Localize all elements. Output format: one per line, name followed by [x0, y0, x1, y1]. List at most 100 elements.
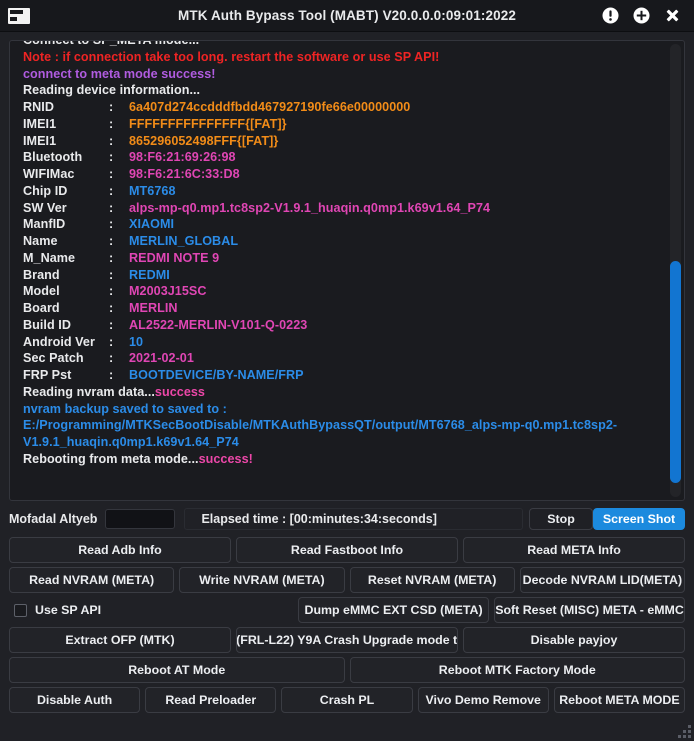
huawei-crash-upgrade-brom-button[interactable]: Huawei (FRL-L22) Y9A Crash Upgrade mode …	[236, 627, 458, 653]
log-line: M_Name: REDMI NOTE 9	[23, 250, 684, 267]
elapsed-time: Elapsed time : [00:minutes:34:seconds]	[184, 508, 523, 530]
read-preloader-button[interactable]: Read Preloader	[145, 687, 277, 713]
log-key: Name	[23, 234, 58, 248]
reboot-meta-mode-button[interactable]: Reboot META MODE	[553, 687, 686, 713]
resize-grip[interactable]	[675, 722, 691, 738]
reboot-mtk-factory-mode-button[interactable]: Reboot MTK Factory Mode	[349, 657, 685, 683]
reset-nvram-meta-button[interactable]: Reset NVRAM (META)	[349, 567, 515, 593]
log-key: Model	[23, 284, 60, 299]
window-title: MTK Auth Bypass Tool (MABT) V20.0.0.0:09…	[178, 8, 516, 23]
log-separator: :	[109, 116, 114, 131]
log-key: WIFIMac	[23, 167, 75, 181]
reboot-at-mode-button[interactable]: Reboot AT Mode	[9, 657, 345, 683]
status-mini-field[interactable]	[105, 509, 176, 529]
log-key: Chip ID	[23, 183, 68, 198]
log-value: MT6768	[129, 183, 176, 198]
log-separator: :	[109, 150, 114, 165]
log-scrollbar-thumb[interactable]	[670, 261, 681, 484]
action-row-4: Extract OFP (MTK) Huawei (FRL-L22) Y9A C…	[9, 627, 685, 653]
log-line: Android Ver:10	[23, 334, 684, 351]
log-key: Brand	[23, 267, 60, 282]
screenshot-button[interactable]: Screen Shot	[593, 508, 685, 530]
info-icon[interactable]	[602, 7, 619, 24]
disable-auth-button[interactable]: Disable Auth	[9, 687, 141, 713]
log-key: Sec Patch	[23, 351, 84, 366]
log-line: nvram backup saved to saved to :	[23, 401, 227, 416]
log-segment: Rebooting from meta mode...	[23, 451, 199, 466]
disable-payjoy-button[interactable]: Disable payjoy	[463, 627, 685, 653]
log-value: REDMI NOTE 9	[129, 250, 220, 265]
action-row-5: Reboot AT Mode Reboot MTK Factory Mode	[9, 657, 685, 683]
action-row-3: Use SP API Dump eMMC EXT CSD (META) Soft…	[9, 597, 685, 623]
log-value: 98:F6:21:69:26:98	[129, 150, 236, 165]
log-separator: :	[109, 167, 114, 181]
log-line: Reading device information...	[23, 83, 201, 98]
log-segment: Reading nvram data...	[23, 384, 155, 399]
log-value: 6a407d274ccdddfbdd467927190fe66e00000000	[129, 100, 411, 114]
title-bar: MTK Auth Bypass Tool (MABT) V20.0.0.0:09…	[0, 0, 694, 32]
log-separator: :	[109, 200, 114, 215]
crash-pl-button[interactable]: Crash PL	[281, 687, 413, 713]
log-content: Connect to SP_META mode... Note : if conn…	[10, 40, 684, 468]
log-separator: :	[109, 267, 114, 282]
read-adb-info-button[interactable]: Read Adb Info	[9, 537, 231, 563]
log-line: connect to meta mode success!	[23, 66, 216, 81]
log-line: Build ID: AL2522-MERLIN-V101-Q-0223	[23, 317, 684, 334]
dump-emmc-ext-csd-button[interactable]: Dump eMMC EXT CSD (META)	[298, 597, 490, 623]
log-line: Name: MERLIN_GLOBAL	[23, 233, 684, 250]
log-value: FFFFFFFFFFFFFFF{[FAT]}	[129, 116, 287, 131]
log-key: Board	[23, 301, 60, 315]
status-bar: Mofadal Altyeb Elapsed time : [00:minute…	[9, 505, 685, 533]
log-key: ManfID	[23, 217, 66, 232]
plus-icon[interactable]	[633, 7, 650, 24]
use-sp-api-checkbox[interactable]: Use SP API	[9, 597, 107, 623]
log-separator: :	[109, 301, 114, 315]
vivo-demo-remove-button[interactable]: Vivo Demo Remove	[417, 687, 549, 713]
app-window: MTK Auth Bypass Tool (MABT) V20.0.0.0:09…	[0, 0, 694, 741]
log-key: FRP Pst	[23, 368, 72, 382]
log-separator: :	[109, 234, 114, 248]
action-row-6: Disable Auth Read Preloader Crash PL Viv…	[9, 687, 686, 713]
log-separator: :	[109, 250, 114, 265]
read-nvram-meta-button[interactable]: Read NVRAM (META)	[9, 567, 175, 593]
log-value: alps-mp-q0.mp1.tc8sp2-V1.9.1_huaqin.q0mp…	[129, 200, 491, 215]
log-value: REDMI	[129, 267, 170, 282]
window-controls	[602, 7, 694, 24]
owner-label: Mofadal Altyeb	[9, 512, 98, 526]
log-separator: :	[109, 284, 114, 299]
action-rows: Read Adb Info Read Fastboot Info Read ME…	[9, 537, 686, 713]
log-key: SW Ver	[23, 200, 67, 215]
stop-button[interactable]: Stop	[529, 508, 593, 530]
log-line: Brand: REDMI	[23, 267, 684, 284]
log-scrollbar[interactable]	[670, 44, 681, 497]
extract-ofp-mtk-button[interactable]: Extract OFP (MTK)	[9, 627, 231, 653]
log-separator: :	[109, 351, 114, 366]
log-separator: :	[109, 317, 114, 332]
log-key: IMEI1	[23, 116, 57, 131]
read-fastboot-info-button[interactable]: Read Fastboot Info	[236, 537, 458, 563]
action-row-2: Read NVRAM (META) Write NVRAM (META) Res…	[9, 567, 685, 593]
log-line: Model: M2003J15SC	[23, 283, 684, 300]
log-value: 98:F6:21:6C:33:D8	[129, 167, 240, 181]
log-line: SW Ver: alps-mp-q0.mp1.tc8sp2-V1.9.1_huaq…	[23, 200, 684, 217]
log-value: MERLIN	[129, 301, 178, 315]
log-value: BOOTDEVICE/BY-NAME/FRP	[129, 368, 304, 382]
decode-nvram-lid-meta-button[interactable]: Decode NVRAM LID(META)	[519, 567, 685, 593]
log-line: Reading nvram data...success	[23, 384, 684, 401]
close-icon[interactable]	[664, 7, 681, 24]
log-line: RNID: 6a407d274ccdddfbdd467927190fe66e000…	[23, 99, 684, 116]
log-key: Build ID	[23, 317, 71, 332]
log-key: Bluetooth	[23, 150, 83, 165]
log-line: Sec Patch:2021-02-01	[23, 350, 684, 367]
log-line: Note : if connection take too long. rest…	[23, 49, 440, 64]
log-line: Connect to SP_META mode...	[23, 40, 200, 47]
log-key: M_Name	[23, 250, 76, 265]
soft-reset-misc-meta-emmc-button[interactable]: Soft Reset (MISC) META - eMMC	[494, 597, 685, 623]
log-value: MERLIN_GLOBAL	[129, 234, 239, 248]
log-line: Rebooting from meta mode...success!	[23, 451, 684, 468]
log-line: IMEI1: FFFFFFFFFFFFFFF{[FAT]}	[23, 116, 684, 133]
log-panel: Connect to SP_META mode... Note : if conn…	[9, 40, 685, 501]
write-nvram-meta-button[interactable]: Write NVRAM (META)	[179, 567, 345, 593]
read-meta-info-button[interactable]: Read META Info	[463, 537, 685, 563]
log-value: M2003J15SC	[129, 284, 207, 299]
